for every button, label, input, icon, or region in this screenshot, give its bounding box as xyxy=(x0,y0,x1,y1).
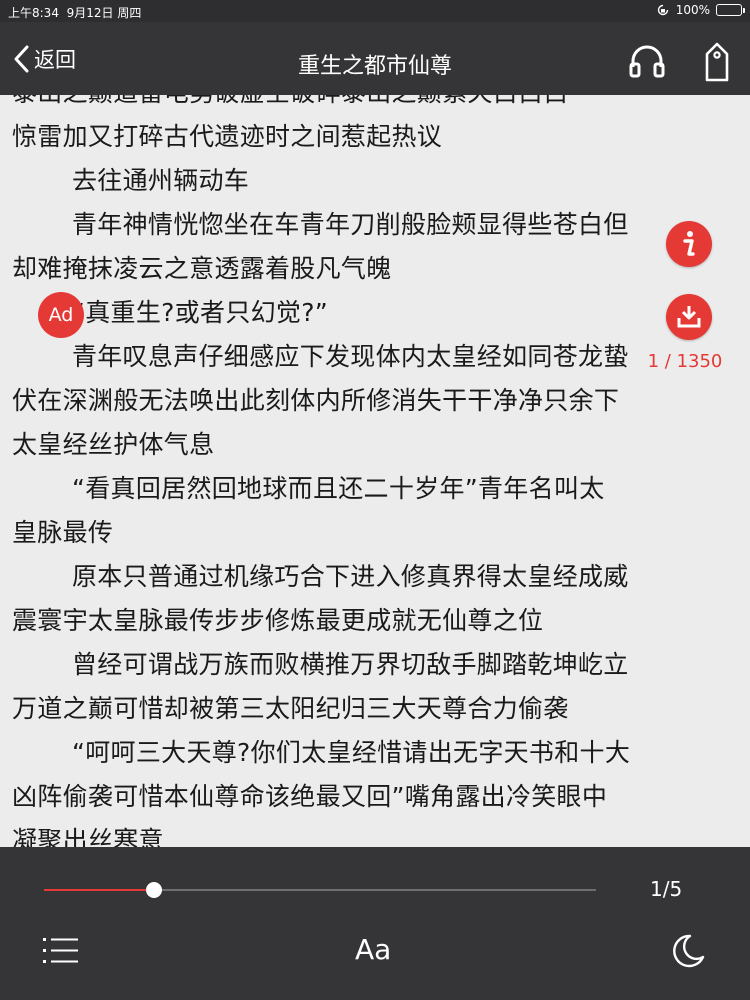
reading-content[interactable]: 泰山之巅道雷电劈破虚空破碎泰山之巅紫天白白白惊雷加又打碎古代遗迹时之间惹起热议去… xyxy=(0,95,750,847)
font-size-button[interactable]: Aa xyxy=(355,933,391,966)
text-line: “呵呵三大天尊?你们太皇经惜请出无字天书和十大 xyxy=(72,738,631,767)
battery-icon xyxy=(716,4,745,16)
chapter-text: 泰山之巅道雷电劈破虚空破碎泰山之巅紫天白白白惊雷加又打碎古代遗迹时之间惹起热议去… xyxy=(12,95,738,847)
text-line: 去往通州辆动车 xyxy=(72,166,250,195)
chapter-progress: 1/5 xyxy=(650,877,683,901)
progress-fill xyxy=(44,889,155,891)
text-line: “看真回居然回地球而且还二十岁年”青年名叫太 xyxy=(72,474,605,503)
info-icon xyxy=(683,231,695,256)
nav-bar: 返回 重生之都市仙尊 xyxy=(0,22,750,95)
listen-button[interactable] xyxy=(628,43,666,83)
page-count: 1 / 1350 xyxy=(647,351,723,372)
ad-button[interactable]: Ad xyxy=(38,292,84,338)
progress-thumb[interactable] xyxy=(146,882,163,898)
text-line: 万道之巅可惜却被第三太阳纪归三大天尊合力偷袭 xyxy=(12,694,569,723)
status-time: 上午8:34 xyxy=(8,6,59,20)
text-line: 却难掩抹凌云之意透露着股凡气魄 xyxy=(12,254,392,283)
text-line: 皇脉最传 xyxy=(12,518,114,547)
headphones-icon xyxy=(629,45,665,78)
toc-button[interactable] xyxy=(42,935,80,971)
text-line: 太皇经丝护体气息 xyxy=(12,430,215,459)
text-line: 曾经可谓战万族而败横推万界切敌手脚踏乾坤屹立 xyxy=(72,650,629,679)
info-button[interactable] xyxy=(666,221,712,267)
progress-slider[interactable] xyxy=(44,882,596,898)
orientation-lock-icon xyxy=(657,4,668,16)
bookmark-button[interactable] xyxy=(703,42,731,86)
night-mode-button[interactable] xyxy=(670,933,706,973)
text-line: 震寰宇太皇脉最传步步修炼最更成就无仙尊之位 xyxy=(12,606,544,635)
text-line: 惊雷加又打碎古代遗迹时之间惹起热议 xyxy=(12,122,443,151)
text-line: “真重生?或者只幻觉?” xyxy=(72,298,329,327)
bottom-toolbar: 1/5 Aa xyxy=(0,847,750,1000)
bookmark-tag-icon xyxy=(705,42,729,82)
text-line: 伏在深渊般无法唤出此刻体内所修消失干干净净只余下 xyxy=(12,386,620,415)
text-line: 泰山之巅道雷电劈破虚空破碎泰山之巅紫天白白白 xyxy=(12,95,738,115)
status-bar: 上午8:34 9月12日 周四 100% xyxy=(0,0,750,22)
status-time-date: 上午8:34 9月12日 周四 xyxy=(8,4,141,21)
battery-percent: 100% xyxy=(675,3,710,17)
status-right: 100% xyxy=(656,3,745,17)
download-icon xyxy=(677,306,701,328)
status-date: 9月12日 周四 xyxy=(66,6,142,20)
text-line: 原本只普通过机缘巧合下进入修真界得太皇经成威 xyxy=(72,562,629,591)
text-line: 凝聚出丝寒意 xyxy=(12,826,164,847)
night-mode-moon-icon xyxy=(673,934,705,968)
text-line: 青年神情恍惚坐在车青年刀削般脸颊显得些苍白但 xyxy=(72,210,629,239)
toc-list-icon xyxy=(43,938,78,963)
download-button[interactable] xyxy=(666,294,712,340)
text-line: 凶阵偷袭可惜本仙尊命该绝最又回”嘴角露出冷笑眼中 xyxy=(12,782,608,811)
